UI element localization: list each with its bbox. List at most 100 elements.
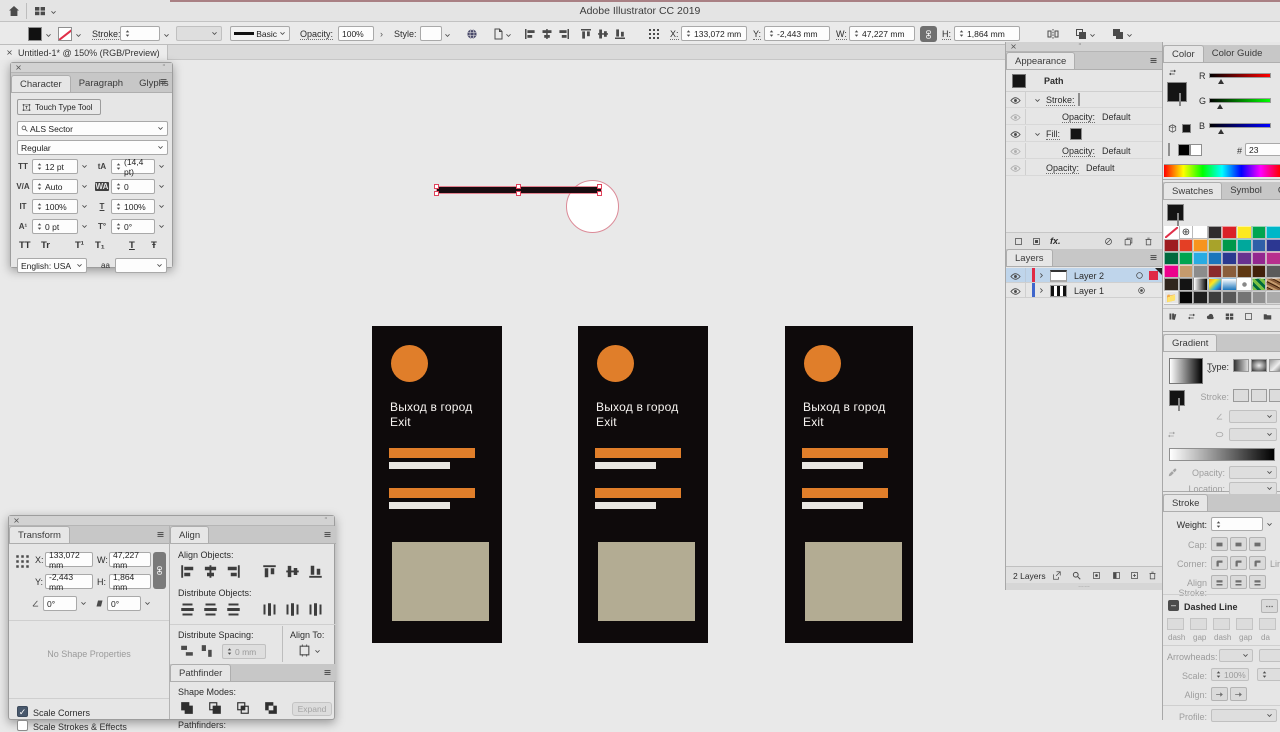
h-field[interactable]: 1,864 mm	[954, 26, 1020, 41]
chevron-down-icon[interactable]	[158, 223, 165, 230]
fill-proxy-swatch[interactable]	[1167, 82, 1187, 102]
subscript-button[interactable]: T₁	[95, 240, 105, 251]
reverse-gradient-icon[interactable]	[1167, 430, 1176, 439]
make-clipping-mask-icon[interactable]	[1092, 571, 1101, 580]
stroke-weight-label[interactable]: Stroke:	[92, 29, 121, 40]
poster-artwork-1[interactable]: Выход в город Exit	[372, 326, 502, 643]
swatch[interactable]	[1235, 251, 1253, 266]
target-circle-icon[interactable]	[1137, 286, 1146, 295]
expand-layer-icon[interactable]	[1038, 287, 1045, 294]
strikethrough-button[interactable]: Ŧ	[151, 240, 157, 251]
x-field[interactable]: 133,072 mm	[681, 26, 747, 41]
gradient-slider-bar[interactable]	[1169, 448, 1275, 461]
stepper-icon[interactable]	[853, 30, 860, 37]
exclude-icon[interactable]	[264, 701, 278, 715]
stepper-icon[interactable]	[124, 30, 131, 37]
align-center-stroke-button[interactable]	[1211, 575, 1228, 589]
red-slider-thumb[interactable]	[1218, 79, 1224, 84]
fill-proxy-swatch[interactable]	[1167, 204, 1184, 221]
stroke-proxy-swatch[interactable]	[1179, 93, 1181, 106]
distribute-hcenter-icon[interactable]	[285, 602, 300, 617]
gap-field[interactable]	[1236, 618, 1253, 630]
expand-chevron-icon[interactable]	[1034, 131, 1041, 138]
stroke-attr-label[interactable]: Stroke:	[1046, 95, 1075, 106]
opacity-field[interactable]: 100%	[338, 26, 374, 41]
font-size-field[interactable]: 12 pt	[32, 159, 78, 174]
fill-attr-label[interactable]: Fill:	[1046, 129, 1060, 140]
collapse-dots[interactable]: “	[1079, 43, 1082, 50]
swatch[interactable]	[1177, 251, 1195, 266]
y-field[interactable]: -2,443 mm	[764, 26, 830, 41]
stroke-proxy-swatch[interactable]	[1177, 213, 1179, 226]
distribute-left-icon[interactable]	[262, 602, 277, 617]
fx-icon[interactable]: fx.	[1050, 236, 1061, 246]
font-family-dropdown[interactable]: ALS Sector	[17, 121, 168, 136]
align-right-icon[interactable]	[558, 28, 570, 40]
selection-handle[interactable]	[516, 191, 521, 196]
kerning-field[interactable]: Auto	[32, 179, 78, 194]
style-dropdown[interactable]	[420, 26, 442, 41]
appearance-fill-row[interactable]: Fill:	[1006, 126, 1162, 142]
opacity-attr-label[interactable]: Opacity:	[1062, 146, 1096, 157]
tab-graphic-styles[interactable]: Graphi	[1270, 182, 1280, 199]
panel-menu-icon[interactable]	[156, 530, 165, 539]
red-slider[interactable]	[1209, 73, 1271, 78]
chevron-down-icon[interactable]	[1266, 521, 1273, 528]
layer-name[interactable]: Layer 2	[1074, 271, 1104, 281]
close-dock-icon[interactable]	[1010, 43, 1017, 50]
new-color-group-icon[interactable]	[1263, 312, 1272, 321]
layer-thumbnail[interactable]	[1050, 269, 1067, 282]
weight-field[interactable]	[1211, 517, 1263, 531]
constrain-proportions-button[interactable]	[153, 552, 166, 589]
selection-handle[interactable]	[597, 184, 602, 189]
align-top-icon[interactable]	[580, 28, 592, 40]
appearance-stroke-opacity-row[interactable]: Opacity: Default	[1006, 109, 1162, 125]
swatch[interactable]	[1177, 264, 1195, 279]
chevron-down-icon[interactable]	[81, 163, 88, 170]
green-slider-thumb[interactable]	[1217, 104, 1223, 109]
align-center-icon[interactable]	[541, 28, 553, 40]
swatch[interactable]	[1164, 277, 1180, 292]
stepper-icon[interactable]	[36, 223, 43, 230]
swatch[interactable]	[1265, 238, 1280, 253]
panel-menu-icon[interactable]	[323, 668, 332, 677]
white-color-well[interactable]	[1190, 144, 1202, 156]
w-field[interactable]: 47,227 mm	[849, 26, 915, 41]
minus-front-icon[interactable]	[208, 701, 222, 715]
swatch-libraries-icon[interactable]	[1168, 312, 1177, 321]
stroke-within-button[interactable]	[1233, 389, 1249, 402]
all-caps-button[interactable]: TT	[19, 240, 31, 251]
layer-name[interactable]: Layer 1	[1074, 286, 1104, 296]
chevron-down-icon[interactable]	[81, 223, 88, 230]
tracking-field[interactable]: 0	[111, 179, 155, 194]
swatch[interactable]	[1192, 238, 1209, 253]
dock-header[interactable]: “	[1006, 42, 1162, 52]
round-join-button[interactable]	[1230, 556, 1247, 570]
tab-align[interactable]: Align	[170, 526, 210, 543]
panel-menu-icon[interactable]	[1149, 56, 1158, 65]
gradient-fill-swatch[interactable]	[1169, 390, 1185, 406]
chevron-down-icon[interactable]	[81, 183, 88, 190]
swatch[interactable]	[1177, 277, 1195, 292]
stroke-along-button[interactable]	[1251, 389, 1267, 402]
reference-point-icon[interactable]	[15, 554, 30, 569]
tab-transform[interactable]: Transform	[9, 526, 70, 543]
swatch[interactable]	[1235, 238, 1253, 253]
swatch[interactable]	[1206, 238, 1224, 253]
new-fill-icon[interactable]	[1032, 237, 1041, 246]
swatch[interactable]	[1250, 264, 1268, 279]
fill-color-swatch[interactable]	[28, 27, 42, 41]
distribute-bottom-icon[interactable]	[226, 602, 241, 617]
font-style-dropdown[interactable]: Regular	[17, 140, 168, 155]
locate-object-icon[interactable]	[1072, 571, 1081, 580]
char-rotation-field[interactable]: 0°	[111, 219, 155, 234]
layer-row-2[interactable]: Layer 2	[1006, 268, 1162, 283]
tab-gradient[interactable]: Gradient	[1163, 334, 1218, 351]
x-field[interactable]: 133,072 mm	[45, 550, 93, 570]
gamut-swatch[interactable]	[1182, 124, 1191, 133]
align-to-artboard-icon[interactable]	[298, 644, 311, 657]
underline-button[interactable]: T	[129, 240, 135, 251]
swatch[interactable]	[1206, 226, 1224, 240]
appearance-fill-opacity-row[interactable]: Opacity: Default	[1006, 143, 1162, 159]
none-color-well[interactable]	[1168, 143, 1170, 156]
